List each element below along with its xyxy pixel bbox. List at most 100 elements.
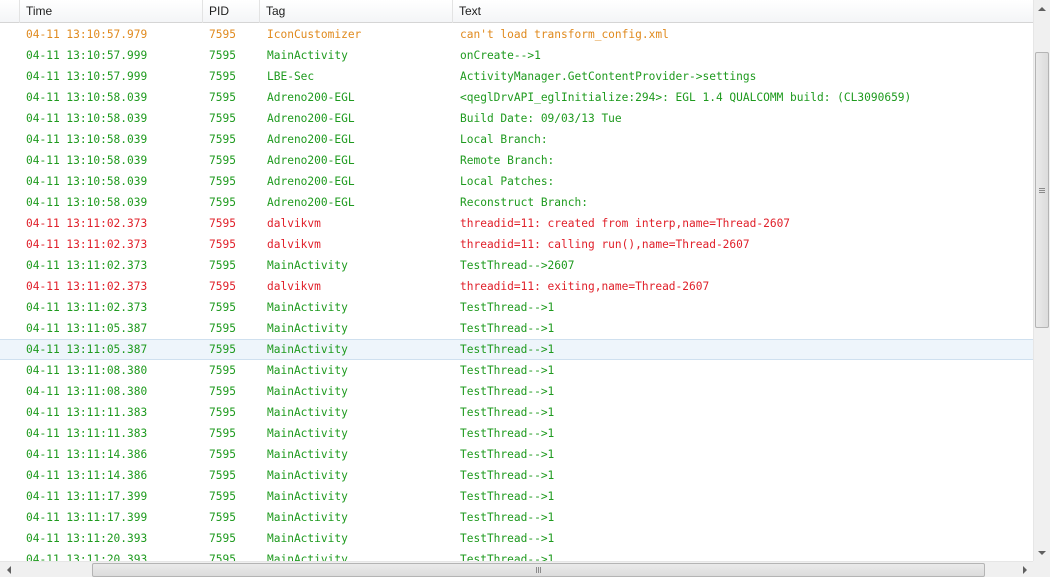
log-pid: 7595 bbox=[209, 343, 236, 356]
log-pid: 7595 bbox=[209, 28, 236, 41]
scroll-left-button[interactable] bbox=[0, 562, 17, 577]
log-pid: 7595 bbox=[209, 448, 236, 461]
log-pid: 7595 bbox=[209, 427, 236, 440]
log-text: TestThread-->1 bbox=[460, 448, 555, 461]
log-row[interactable]: 04-11 13:11:11.383 7595 MainActivity TestTh… bbox=[0, 402, 1033, 423]
scrollbar-corner bbox=[1033, 561, 1050, 577]
log-row[interactable]: 04-11 13:10:58.039 7595 Adreno200-EGL Build… bbox=[0, 108, 1033, 129]
log-pid: 7595 bbox=[209, 406, 236, 419]
log-tag: MainActivity bbox=[267, 469, 348, 482]
log-time: 04-11 13:11:02.373 bbox=[26, 301, 148, 314]
log-text: TestThread-->1 bbox=[460, 301, 555, 314]
log-text: <qeglDrvAPI_eglInitialize:294>: EGL 1.4 … bbox=[460, 91, 912, 104]
log-pid: 7595 bbox=[209, 280, 236, 293]
log-text: can't load transform_config.xml bbox=[460, 28, 669, 41]
logcat-view[interactable]: Time PID Tag Text 04-11 13:10:57.979 7595… bbox=[0, 0, 1050, 577]
arrow-up-icon bbox=[1038, 6, 1046, 11]
log-pid: 7595 bbox=[209, 364, 236, 377]
log-row[interactable]: 04-11 13:11:02.373 7595 dalvikvm threadid=1… bbox=[0, 213, 1033, 234]
log-text: TestThread-->1 bbox=[460, 427, 555, 440]
arrow-right-icon bbox=[1022, 566, 1027, 574]
log-time: 04-11 13:10:57.999 bbox=[26, 49, 148, 62]
log-row[interactable]: 04-11 13:11:02.373 7595 dalvikvm threadid=1… bbox=[0, 234, 1033, 255]
log-time: 04-11 13:10:58.039 bbox=[26, 196, 148, 209]
log-pid: 7595 bbox=[209, 112, 236, 125]
log-pid: 7595 bbox=[209, 553, 236, 561]
log-row[interactable]: 04-11 13:10:57.999 7595 LBE-Sec ActivityMan… bbox=[0, 66, 1033, 87]
log-row[interactable]: 04-11 13:10:58.039 7595 Adreno200-EGL Local… bbox=[0, 171, 1033, 192]
log-pid: 7595 bbox=[209, 49, 236, 62]
log-pid: 7595 bbox=[209, 133, 236, 146]
log-time: 04-11 13:11:11.383 bbox=[26, 427, 148, 440]
arrow-left-icon bbox=[6, 566, 11, 574]
scroll-right-button[interactable] bbox=[1016, 562, 1033, 577]
log-tag: Adreno200-EGL bbox=[267, 112, 355, 125]
log-tag: dalvikvm bbox=[267, 280, 321, 293]
scroll-down-button[interactable] bbox=[1034, 544, 1050, 561]
log-tag: dalvikvm bbox=[267, 217, 321, 230]
log-row[interactable]: 04-11 13:11:20.393 7595 MainActivity TestTh… bbox=[0, 549, 1033, 561]
column-header-text[interactable]: Text bbox=[453, 0, 1033, 23]
log-row[interactable]: 04-11 13:10:57.999 7595 MainActivity onCrea… bbox=[0, 45, 1033, 66]
log-text: ActivityManager.GetContentProvider->sett… bbox=[460, 70, 757, 83]
vertical-scroll-thumb[interactable] bbox=[1035, 52, 1049, 328]
log-row[interactable]: 04-11 13:11:14.386 7595 MainActivity TestTh… bbox=[0, 465, 1033, 486]
log-tag: MainActivity bbox=[267, 364, 348, 377]
log-text: TestThread-->1 bbox=[460, 343, 555, 356]
log-row[interactable]: 04-11 13:10:58.039 7595 Adreno200-EGL Recon… bbox=[0, 192, 1033, 213]
log-text: TestThread-->1 bbox=[460, 553, 555, 561]
log-tag: Adreno200-EGL bbox=[267, 196, 355, 209]
log-time: 04-11 13:10:58.039 bbox=[26, 154, 148, 167]
log-text: threadid=11: created from interp,name=Th… bbox=[460, 217, 791, 230]
log-tag: MainActivity bbox=[267, 322, 348, 335]
column-header-tag[interactable]: Tag bbox=[260, 0, 453, 23]
log-time: 04-11 13:11:05.387 bbox=[26, 322, 148, 335]
column-header-time[interactable]: Time bbox=[20, 0, 203, 23]
log-row[interactable]: 04-11 13:11:14.386 7595 MainActivity TestTh… bbox=[0, 444, 1033, 465]
log-row[interactable]: 04-11 13:10:58.039 7595 Adreno200-EGL <qegl… bbox=[0, 87, 1033, 108]
log-text: Remote Branch: bbox=[460, 154, 555, 167]
column-header-pid[interactable]: PID bbox=[203, 0, 260, 23]
log-text: TestThread-->1 bbox=[460, 469, 555, 482]
log-row[interactable]: 04-11 13:11:11.383 7595 MainActivity TestTh… bbox=[0, 423, 1033, 444]
log-tag: Adreno200-EGL bbox=[267, 154, 355, 167]
scroll-up-button[interactable] bbox=[1034, 0, 1050, 17]
log-tag: Adreno200-EGL bbox=[267, 91, 355, 104]
log-text: onCreate-->1 bbox=[460, 49, 541, 62]
log-time: 04-11 13:11:02.373 bbox=[26, 217, 148, 230]
log-row[interactable]: 04-11 13:11:17.399 7595 MainActivity TestTh… bbox=[0, 486, 1033, 507]
log-row[interactable]: 04-11 13:11:02.373 7595 dalvikvm threadid=1… bbox=[0, 276, 1033, 297]
log-row[interactable]: 04-11 13:11:05.387 7595 MainActivity TestTh… bbox=[0, 339, 1033, 360]
log-text: TestThread-->1 bbox=[460, 322, 555, 335]
log-row[interactable]: 04-11 13:10:57.979 7595 IconCustomizer can'… bbox=[0, 24, 1033, 45]
log-tag: MainActivity bbox=[267, 406, 348, 419]
log-row[interactable]: 04-11 13:11:02.373 7595 MainActivity TestTh… bbox=[0, 255, 1033, 276]
log-time: 04-11 13:10:58.039 bbox=[26, 133, 148, 146]
log-tag: MainActivity bbox=[267, 553, 348, 561]
log-time: 04-11 13:11:17.399 bbox=[26, 490, 148, 503]
log-tag: MainActivity bbox=[267, 448, 348, 461]
log-row[interactable]: 04-11 13:11:05.387 7595 MainActivity TestTh… bbox=[0, 318, 1033, 339]
log-rows: 04-11 13:10:57.979 7595 IconCustomizer can'… bbox=[0, 24, 1033, 561]
log-row[interactable]: 04-11 13:11:02.373 7595 MainActivity TestTh… bbox=[0, 297, 1033, 318]
log-row[interactable]: 04-11 13:11:20.393 7595 MainActivity TestTh… bbox=[0, 528, 1033, 549]
log-tag: MainActivity bbox=[267, 490, 348, 503]
header-lead-cell bbox=[0, 0, 20, 23]
log-time: 04-11 13:11:14.386 bbox=[26, 469, 148, 482]
horizontal-scrollbar[interactable] bbox=[0, 561, 1033, 577]
log-pid: 7595 bbox=[209, 91, 236, 104]
log-tag: MainActivity bbox=[267, 427, 348, 440]
log-time: 04-11 13:10:58.039 bbox=[26, 175, 148, 188]
log-text: TestThread-->1 bbox=[460, 364, 555, 377]
horizontal-scroll-thumb[interactable] bbox=[92, 563, 985, 577]
vertical-scrollbar[interactable] bbox=[1033, 0, 1050, 561]
log-row[interactable]: 04-11 13:11:17.399 7595 MainActivity TestTh… bbox=[0, 507, 1033, 528]
log-tag: Adreno200-EGL bbox=[267, 175, 355, 188]
log-time: 04-11 13:11:14.386 bbox=[26, 448, 148, 461]
log-row[interactable]: 04-11 13:10:58.039 7595 Adreno200-EGL Remot… bbox=[0, 150, 1033, 171]
log-text: threadid=11: calling run(),name=Thread-2… bbox=[460, 238, 750, 251]
log-text: Local Branch: bbox=[460, 133, 548, 146]
log-row[interactable]: 04-11 13:10:58.039 7595 Adreno200-EGL Local… bbox=[0, 129, 1033, 150]
log-row[interactable]: 04-11 13:11:08.380 7595 MainActivity TestTh… bbox=[0, 360, 1033, 381]
log-row[interactable]: 04-11 13:11:08.380 7595 MainActivity TestTh… bbox=[0, 381, 1033, 402]
